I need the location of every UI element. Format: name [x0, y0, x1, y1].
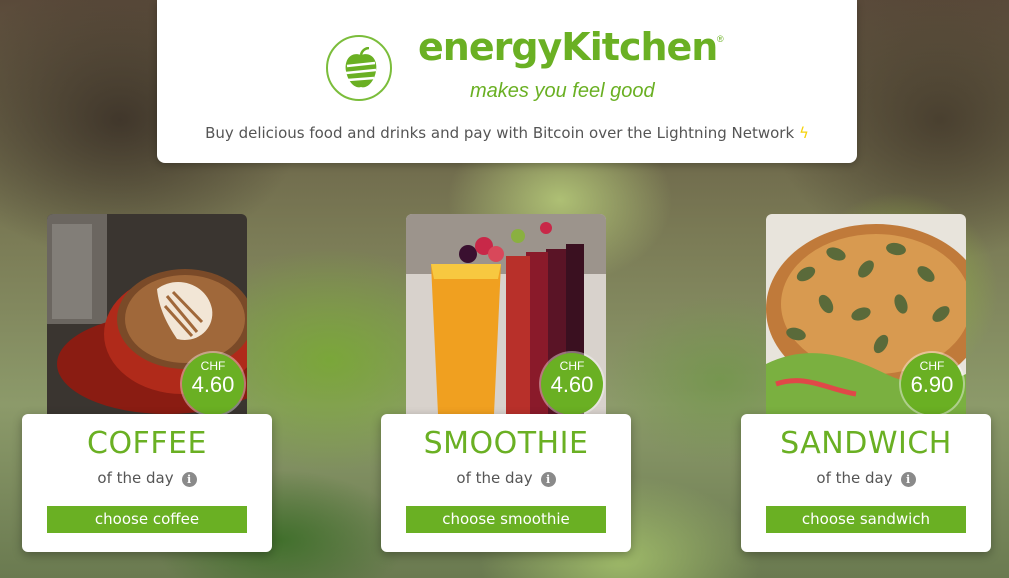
product-card-smoothie: SMOOTHIE of the day i choose smoothie	[381, 414, 631, 552]
product-subtitle: of the day i	[97, 469, 197, 487]
registered-mark: ®	[717, 34, 724, 44]
product-title: SMOOTHIE	[423, 426, 589, 461]
tagline: makes you feel good	[470, 80, 655, 102]
product-subtitle: of the day i	[816, 469, 916, 487]
price-currency: CHF	[200, 359, 226, 373]
price-badge-coffee: CHF 4.60	[182, 353, 244, 415]
product-subtitle: of the day i	[456, 469, 556, 487]
subtitle-text: Buy delicious food and drinks and pay wi…	[205, 124, 795, 142]
product-title: COFFEE	[87, 426, 207, 461]
product-subtitle-text: of the day	[456, 469, 533, 487]
price-amount: 4.60	[550, 372, 594, 397]
product-card-sandwich: SANDWICH of the day i choose sandwich	[741, 414, 991, 552]
info-icon[interactable]: i	[540, 472, 556, 487]
brand-logo-text: energyKitchen	[418, 25, 718, 69]
product-subtitle-text: of the day	[816, 469, 893, 487]
price-currency: CHF	[919, 359, 945, 373]
product-subtitle-text: of the day	[97, 469, 174, 487]
price-badge-smoothie: CHF 4.60	[541, 353, 603, 415]
info-icon[interactable]: i	[181, 472, 197, 487]
choose-coffee-button[interactable]: choose coffee	[47, 506, 247, 533]
page-subtitle: Buy delicious food and drinks and pay wi…	[157, 124, 857, 142]
info-icon[interactable]: i	[900, 472, 916, 487]
price-amount: 6.90	[910, 372, 954, 397]
choose-sandwich-button[interactable]: choose sandwich	[766, 506, 966, 533]
price-currency: CHF	[559, 359, 585, 373]
choose-smoothie-button[interactable]: choose smoothie	[406, 506, 606, 533]
price-amount: 4.60	[191, 372, 235, 397]
price-badge-sandwich: CHF 6.90	[901, 353, 963, 415]
product-title: SANDWICH	[780, 426, 952, 461]
apple-logo-icon	[326, 35, 392, 101]
product-card-coffee: COFFEE of the day i choose coffee	[22, 414, 272, 552]
lightning-icon: ϟ	[798, 124, 809, 142]
